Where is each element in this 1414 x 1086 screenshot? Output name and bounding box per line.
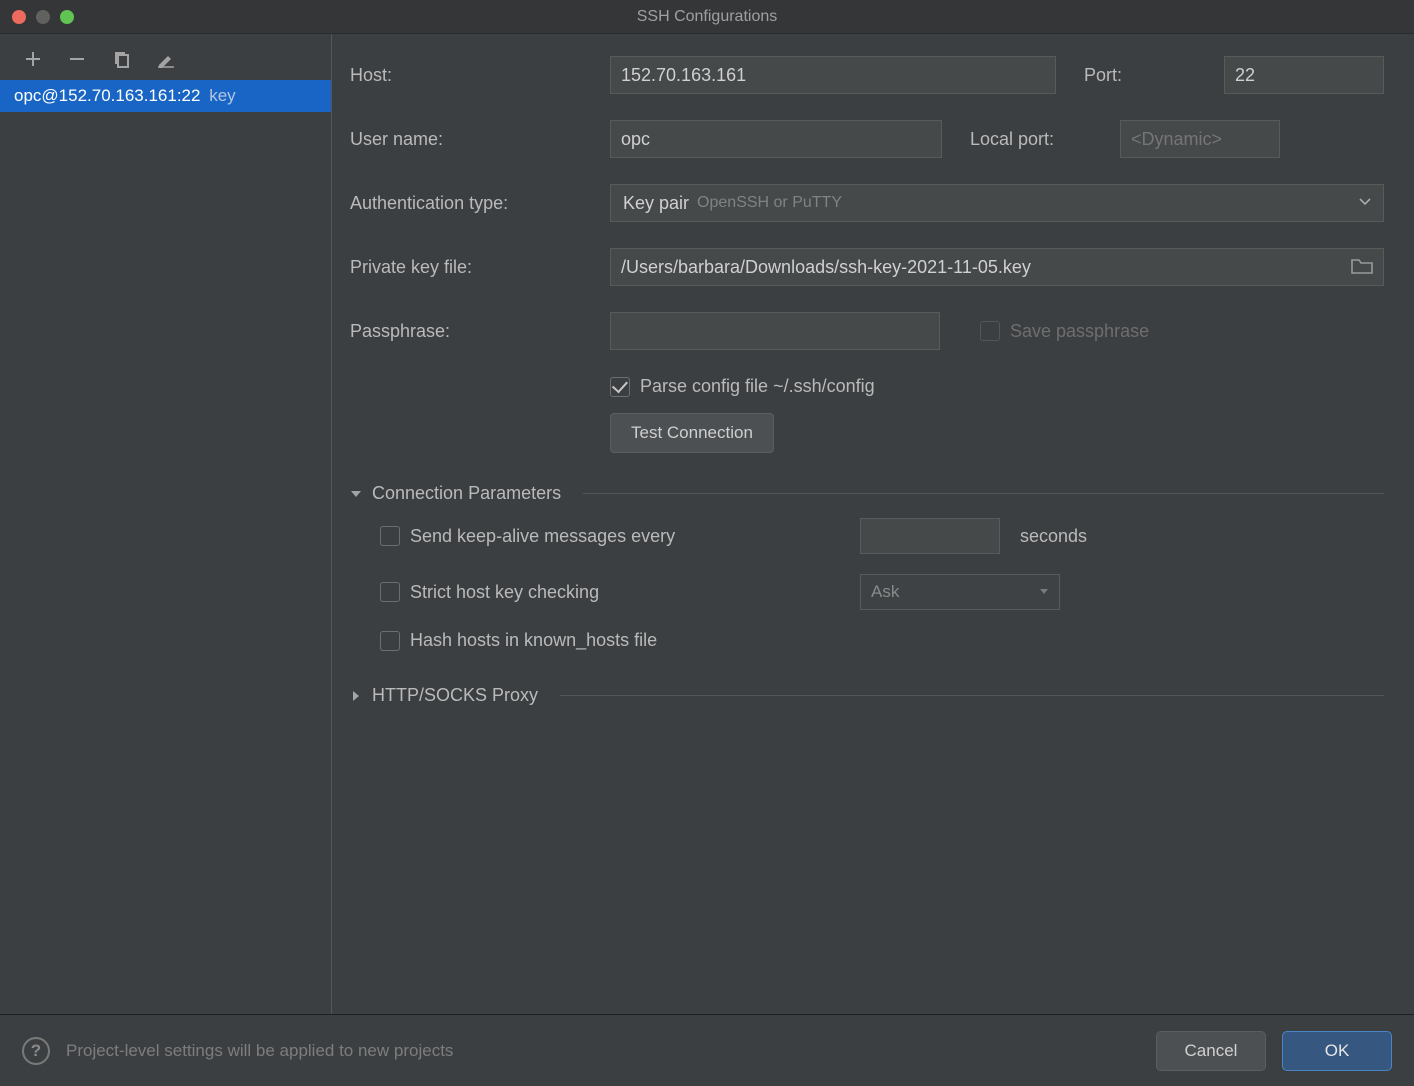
keepalive-checkbox[interactable]: Send keep-alive messages every xyxy=(380,526,850,547)
window-controls xyxy=(12,10,74,24)
dialog-body: opc@152.70.163.161:22 key Host: Port: Us… xyxy=(0,34,1414,1014)
stricthost-select[interactable]: Ask xyxy=(860,574,1060,610)
parse-config-label: Parse config file ~/.ssh/config xyxy=(640,376,875,397)
save-passphrase-label: Save passphrase xyxy=(1010,321,1149,342)
authtype-select[interactable]: Key pair OpenSSH or PuTTY xyxy=(610,184,1384,222)
titlebar: SSH Configurations xyxy=(0,0,1414,34)
hashhosts-label: Hash hosts in known_hosts file xyxy=(410,630,657,651)
chevron-down-icon xyxy=(1359,193,1371,213)
checkbox-icon xyxy=(980,321,1000,341)
hashhosts-checkbox[interactable]: Hash hosts in known_hosts file xyxy=(380,630,850,651)
folder-icon[interactable] xyxy=(1351,257,1375,277)
keepalive-unit: seconds xyxy=(1020,526,1087,547)
host-input[interactable] xyxy=(610,56,1056,94)
keepalive-label: Send keep-alive messages every xyxy=(410,526,675,547)
minimize-icon[interactable] xyxy=(36,10,50,24)
keepalive-seconds-input[interactable] xyxy=(860,518,1000,554)
username-label: User name: xyxy=(350,129,600,150)
add-icon[interactable] xyxy=(22,48,44,70)
footer-note: Project-level settings will be applied t… xyxy=(66,1041,1140,1061)
stricthost-label: Strict host key checking xyxy=(410,582,599,603)
stricthost-value: Ask xyxy=(871,582,899,602)
close-icon[interactable] xyxy=(12,10,26,24)
config-list: opc@152.70.163.161:22 key xyxy=(0,80,331,1014)
checkbox-icon xyxy=(380,631,400,651)
proxy-title: HTTP/SOCKS Proxy xyxy=(372,685,538,706)
cancel-button[interactable]: Cancel xyxy=(1156,1031,1266,1071)
parse-config-checkbox[interactable]: Parse config file ~/.ssh/config xyxy=(610,376,875,397)
username-input[interactable] xyxy=(610,120,942,158)
port-label: Port: xyxy=(1084,65,1214,86)
connection-params-body: Send keep-alive messages every seconds S… xyxy=(350,518,1384,651)
help-button[interactable]: ? xyxy=(22,1037,50,1065)
checkbox-icon xyxy=(380,526,400,546)
keyfile-value: /Users/barbara/Downloads/ssh-key-2021-11… xyxy=(621,257,1345,278)
checkbox-icon xyxy=(610,377,630,397)
window-title: SSH Configurations xyxy=(0,8,1414,26)
authtype-hint: OpenSSH or PuTTY xyxy=(697,194,842,212)
localport-input[interactable] xyxy=(1120,120,1280,158)
config-item-label: opc@152.70.163.161:22 xyxy=(14,86,200,105)
triangle-down-icon xyxy=(350,488,362,500)
chevron-down-icon xyxy=(1039,582,1049,602)
triangle-right-icon xyxy=(350,690,362,702)
save-passphrase-checkbox: Save passphrase xyxy=(980,321,1149,342)
connection-params-header[interactable]: Connection Parameters xyxy=(350,483,1384,504)
port-input[interactable] xyxy=(1224,56,1384,94)
remove-icon[interactable] xyxy=(66,48,88,70)
maximize-icon[interactable] xyxy=(60,10,74,24)
divider xyxy=(583,493,1384,494)
passphrase-input[interactable] xyxy=(610,312,940,350)
config-form: Host: Port: User name: Local port: Authe… xyxy=(332,34,1414,1014)
localport-label: Local port: xyxy=(970,129,1110,150)
passphrase-label: Passphrase: xyxy=(350,321,600,342)
test-connection-button[interactable]: Test Connection xyxy=(610,413,774,453)
ok-button[interactable]: OK xyxy=(1282,1031,1392,1071)
authtype-label: Authentication type: xyxy=(350,193,600,214)
keyfile-field[interactable]: /Users/barbara/Downloads/ssh-key-2021-11… xyxy=(610,248,1384,286)
copy-icon[interactable] xyxy=(110,48,132,70)
config-list-pane: opc@152.70.163.161:22 key xyxy=(0,34,332,1014)
config-list-item[interactable]: opc@152.70.163.161:22 key xyxy=(0,80,331,112)
proxy-header[interactable]: HTTP/SOCKS Proxy xyxy=(350,685,1384,706)
list-toolbar xyxy=(0,42,331,80)
keyfile-label: Private key file: xyxy=(350,257,600,278)
authtype-value: Key pair xyxy=(623,193,689,214)
config-item-suffix: key xyxy=(209,86,235,105)
checkbox-icon xyxy=(380,582,400,602)
stricthost-checkbox[interactable]: Strict host key checking xyxy=(380,582,850,603)
host-label: Host: xyxy=(350,65,600,86)
dialog-footer: ? Project-level settings will be applied… xyxy=(0,1014,1414,1086)
edit-icon[interactable] xyxy=(154,48,176,70)
divider xyxy=(560,695,1384,696)
connection-params-title: Connection Parameters xyxy=(372,483,561,504)
